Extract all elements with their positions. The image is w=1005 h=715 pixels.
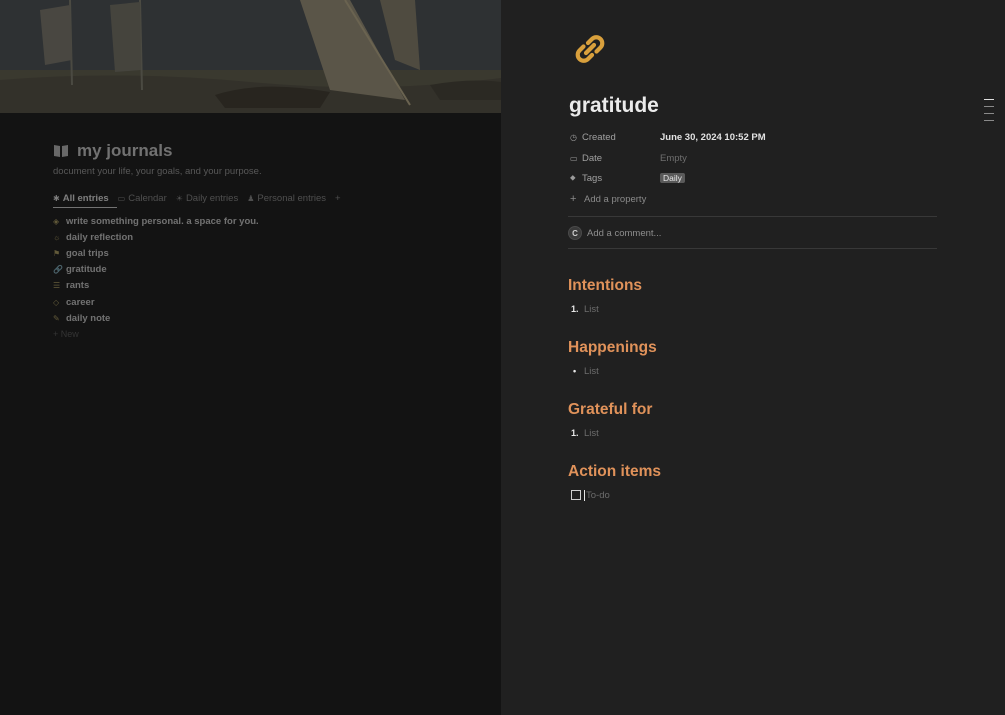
add-view-button[interactable]: + xyxy=(335,193,341,204)
list-item-label: career xyxy=(66,296,95,308)
tab-label: Personal entries xyxy=(257,192,327,204)
divider xyxy=(568,216,937,217)
list-item-label: rants xyxy=(66,280,90,292)
date-value[interactable]: Empty xyxy=(660,153,687,164)
numbered-list-item[interactable]: 1. List xyxy=(571,426,599,440)
tab-personal-entries[interactable]: ♟ Personal entries xyxy=(247,193,326,204)
heading-happenings[interactable]: Happenings xyxy=(568,339,657,357)
lines-icon: ☰ xyxy=(53,281,61,291)
todo-item[interactable]: To-do xyxy=(571,488,610,502)
list-item-label: daily reflection xyxy=(66,231,134,243)
list-item[interactable]: ⚑ goal trips xyxy=(53,245,493,261)
tags-value[interactable]: Daily xyxy=(660,172,685,184)
table-of-contents[interactable] xyxy=(984,99,994,127)
journal-title: my journals xyxy=(77,141,173,160)
tab-all-entries[interactable]: ✱ All entries xyxy=(53,193,109,204)
created-value: June 30, 2024 10:52 PM xyxy=(660,131,766,143)
todo-placeholder[interactable]: To-do xyxy=(586,490,610,501)
page-peek-panel: gratitude ◷ Created June 30, 2024 10:52 … xyxy=(501,0,1005,715)
toc-line[interactable] xyxy=(984,106,994,107)
avatar: C xyxy=(568,226,582,240)
list-item[interactable]: 🔗 gratitude xyxy=(53,262,493,278)
pencil-icon: ✎ xyxy=(53,313,60,323)
list-number: 1. xyxy=(571,428,579,438)
link-icon[interactable] xyxy=(571,30,609,68)
ship-painting-illustration xyxy=(0,0,501,113)
heading-action-items[interactable]: Action items xyxy=(568,463,661,481)
list-item-label: gratitude xyxy=(66,264,107,276)
comment-input[interactable]: Add a comment... xyxy=(587,228,661,239)
calendar-icon: ▭ xyxy=(117,193,126,203)
asterisk-icon: ✱ xyxy=(53,193,60,203)
list-placeholder: List xyxy=(584,303,599,315)
cover-image xyxy=(0,0,501,113)
page-title[interactable]: gratitude xyxy=(569,94,659,118)
checkbox[interactable] xyxy=(571,490,581,500)
toc-line[interactable] xyxy=(984,113,994,114)
entry-list: ◈ write something personal. a space for … xyxy=(53,213,493,342)
diamond-icon: ◈ xyxy=(53,216,60,226)
plus-icon: + xyxy=(570,193,577,205)
journal-title-row: my journals xyxy=(53,140,493,162)
tag-badge[interactable]: Daily xyxy=(660,172,685,183)
list-item-label: daily note xyxy=(66,312,111,324)
property-name[interactable]: ◷ Created xyxy=(570,132,660,143)
bulleted-list-item[interactable]: • List xyxy=(571,364,599,378)
property-name[interactable]: ▭ Date xyxy=(570,153,660,164)
list-item[interactable]: ✎ daily note xyxy=(53,310,493,326)
list-item[interactable]: ☼ daily reflection xyxy=(53,229,493,245)
property-tags: ⬥ Tags Daily xyxy=(570,171,685,185)
list-number: 1. xyxy=(571,304,579,314)
add-property-button[interactable]: + Add a property xyxy=(570,192,646,206)
tag-icon: ⬥ xyxy=(570,173,576,182)
flag-icon: ⚑ xyxy=(53,248,61,258)
bullet-icon: • xyxy=(573,366,577,376)
list-placeholder: List xyxy=(584,365,599,377)
list-item-label: goal trips xyxy=(66,247,109,259)
list-item[interactable]: ◇ career xyxy=(53,294,493,310)
toc-line[interactable] xyxy=(984,120,994,121)
list-item[interactable]: ◈ write something personal. a space for … xyxy=(53,213,493,229)
link-icon: 🔗 xyxy=(53,265,63,275)
list-item[interactable]: ☰ rants xyxy=(53,278,493,294)
comment-row[interactable]: C Add a comment... xyxy=(568,225,661,241)
property-date: ▭ Date Empty xyxy=(570,151,687,165)
active-tab-underline xyxy=(53,207,117,208)
list-placeholder: List xyxy=(584,427,599,439)
divider xyxy=(568,248,937,249)
clock-icon: ◷ xyxy=(570,132,577,142)
gem-icon: ◇ xyxy=(53,297,60,307)
journal-database: my journals document your life, your goa… xyxy=(53,140,493,342)
person-icon: ♟ xyxy=(247,193,255,203)
tab-label: Daily entries xyxy=(185,192,239,204)
heading-intentions[interactable]: Intentions xyxy=(568,277,642,295)
journal-subtitle: document your life, your goals, and your… xyxy=(53,166,262,177)
background-page: my journals document your life, your goa… xyxy=(0,0,501,715)
list-item-label: write something personal. a space for yo… xyxy=(66,215,259,227)
calendar-icon: ▭ xyxy=(570,153,578,163)
tab-label: Calendar xyxy=(128,192,167,204)
tab-daily-entries[interactable]: ☀ Daily entries xyxy=(176,193,238,204)
tab-calendar[interactable]: ▭ Calendar xyxy=(118,193,167,204)
property-created: ◷ Created June 30, 2024 10:52 PM xyxy=(570,130,766,144)
new-entry-button[interactable]: + New xyxy=(53,326,493,342)
sun-icon: ☼ xyxy=(53,232,61,242)
numbered-list-item[interactable]: 1. List xyxy=(571,302,599,316)
toc-line[interactable] xyxy=(984,99,994,100)
sun-icon: ☀ xyxy=(175,193,183,203)
view-tabs: ✱ All entries ▭ Calendar ☀ Daily entries… xyxy=(53,191,493,205)
book-icon xyxy=(54,145,68,157)
text-cursor xyxy=(584,489,585,501)
tab-label: All entries xyxy=(62,192,109,204)
heading-grateful-for[interactable]: Grateful for xyxy=(568,401,652,419)
property-name[interactable]: ⬥ Tags xyxy=(570,173,660,184)
